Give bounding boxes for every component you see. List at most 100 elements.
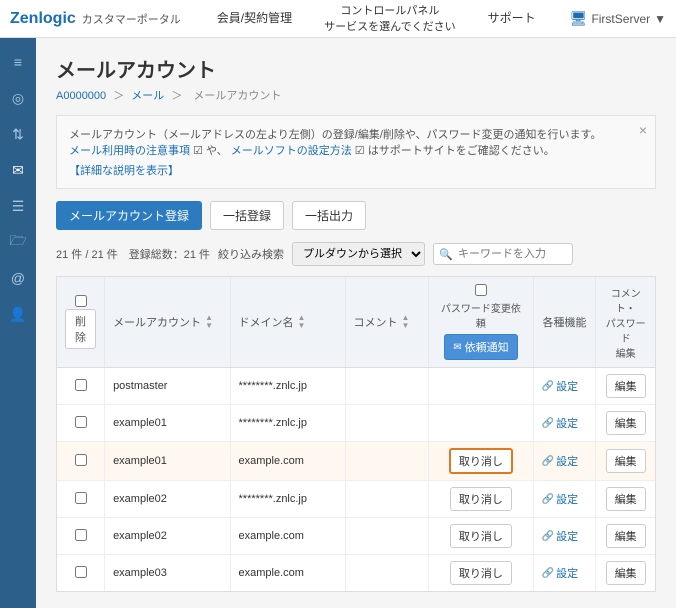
sort-mail-arrows[interactable]: ▲▼	[205, 314, 213, 330]
sidebar-icon-arrows[interactable]: ⇅	[2, 118, 34, 150]
search-icon: 🔍	[439, 248, 453, 261]
info-text: メールアカウント（メールアドレスの左より左側）の登録/編集/削除や、パスワード変…	[69, 126, 643, 158]
row-pwd-cell: 取り消し	[429, 555, 534, 592]
email-table-wrap: 削除 メールアカウント ▲▼ ドメイン名 ▲▼	[56, 276, 656, 592]
filter-select[interactable]: プルダウンから選択	[292, 242, 425, 266]
sidebar-icon-list[interactable]: ☰	[2, 190, 34, 222]
row-checkbox[interactable]	[75, 566, 87, 578]
register-button[interactable]: メールアカウント登録	[56, 201, 202, 230]
bulk-register-button[interactable]: 一括登録	[210, 201, 284, 230]
detail-link[interactable]: 【詳細な説明を表示】	[69, 162, 179, 178]
edit-button[interactable]: 編集	[606, 411, 646, 435]
search-input[interactable]	[433, 243, 573, 265]
th-mail-account: メールアカウント ▲▼	[105, 277, 230, 368]
row-functions-cell: 🔗 設定	[533, 555, 596, 592]
row-edit-cell: 編集	[596, 442, 655, 481]
row-checkbox[interactable]	[75, 416, 87, 428]
settings-link[interactable]: 🔗 設定	[542, 453, 588, 469]
row-mail: example01	[105, 442, 230, 481]
info-link2[interactable]: メールソフトの設定方法	[231, 145, 352, 157]
delete-button[interactable]: 削除	[65, 309, 96, 349]
sidebar-icon-mail[interactable]: ✉	[2, 154, 34, 186]
edit-button[interactable]: 編集	[606, 561, 646, 585]
row-comment	[345, 481, 429, 518]
notify-btn-label: 依頼通知	[465, 339, 509, 355]
nav-support[interactable]: サポート	[472, 0, 552, 38]
row-checkbox[interactable]	[75, 379, 87, 391]
edit-button[interactable]: 編集	[606, 524, 646, 548]
row-pwd-cell	[429, 368, 534, 405]
select-all-checkbox[interactable]	[75, 295, 87, 307]
user-area: 🖥 FirstServer ▼	[570, 10, 666, 27]
nav-members[interactable]: 会員/契約管理	[201, 0, 308, 38]
row-mail: example02	[105, 481, 230, 518]
sidebar-icon-home[interactable]: ◎	[2, 82, 34, 114]
settings-icon: 🔗	[542, 456, 554, 467]
settings-link[interactable]: 🔗 設定	[542, 378, 588, 394]
settings-link[interactable]: 🔗 設定	[542, 565, 588, 581]
search-input-wrap: 🔍	[433, 243, 573, 265]
row-functions-cell: 🔗 設定	[533, 518, 596, 555]
breadcrumb-current: メールアカウント	[193, 90, 281, 102]
row-domain: ********.znlc.jp	[230, 368, 345, 405]
row-comment	[345, 405, 429, 442]
cancel-notify-button[interactable]: 取り消し	[450, 561, 512, 585]
notify-mail-icon: ✉	[453, 342, 461, 353]
settings-link[interactable]: 🔗 設定	[542, 415, 588, 431]
settings-icon: 🔗	[542, 531, 554, 542]
row-checkbox-cell	[57, 405, 105, 442]
cancel-notify-button[interactable]: 取り消し	[449, 448, 513, 474]
cancel-notify-button[interactable]: 取り消し	[450, 487, 512, 511]
row-pwd-cell: 取り消し	[429, 518, 534, 555]
row-checkbox[interactable]	[75, 529, 87, 541]
row-checkbox[interactable]	[75, 454, 87, 466]
row-comment	[345, 555, 429, 592]
user-dropdown-arrow[interactable]: ▼	[654, 12, 666, 26]
row-domain: example.com	[230, 518, 345, 555]
edit-button[interactable]: 編集	[606, 449, 646, 473]
edit-button[interactable]: 編集	[606, 487, 646, 511]
info-close-button[interactable]: ×	[639, 122, 647, 138]
breadcrumb-sep1: ＞	[113, 90, 127, 102]
server-icon: 🖥	[570, 10, 588, 27]
pwd-select-all-checkbox[interactable]	[475, 284, 487, 296]
row-functions-cell: 🔗 設定	[533, 368, 596, 405]
row-edit-cell: 編集	[596, 368, 655, 405]
sidebar-icon-folder[interactable]: 🗁	[2, 226, 34, 258]
breadcrumb-sep2: ＞	[171, 90, 185, 102]
nav-control-panel[interactable]: コントロールパネル サービスを選んでください	[308, 0, 471, 38]
filter-label: 絞り込み検索	[218, 246, 284, 262]
table-header-row: 削除 メールアカウント ▲▼ ドメイン名 ▲▼	[57, 277, 655, 368]
settings-link[interactable]: 🔗 設定	[542, 528, 588, 544]
export-button[interactable]: 一括出力	[292, 201, 366, 230]
breadcrumb: A0000000 ＞ メール ＞ メールアカウント	[56, 87, 656, 103]
breadcrumb-mail[interactable]: メール	[131, 90, 164, 102]
table-row: example02********.znlc.jp 取り消し 🔗 設定 編集	[57, 481, 655, 518]
row-checkbox-cell	[57, 518, 105, 555]
row-functions-cell: 🔗 設定	[533, 442, 596, 481]
settings-icon: 🔗	[542, 381, 554, 392]
settings-icon: 🔗	[542, 418, 554, 429]
sort-domain-arrows[interactable]: ▲▼	[298, 314, 306, 330]
row-checkbox[interactable]	[75, 492, 87, 504]
settings-link[interactable]: 🔗 設定	[542, 491, 588, 507]
row-pwd-cell	[429, 405, 534, 442]
info-link1[interactable]: メール利用時の注意事項	[69, 145, 190, 157]
breadcrumb-root[interactable]: A0000000	[56, 90, 106, 102]
logo-sub: カスタマーポータル	[82, 11, 181, 27]
row-domain: ********.znlc.jp	[230, 481, 345, 518]
row-checkbox-cell	[57, 481, 105, 518]
cancel-notify-button[interactable]: 取り消し	[450, 524, 512, 548]
page-title: メールアカウント	[56, 54, 656, 83]
sidebar-icon-user[interactable]: 👤	[2, 298, 34, 330]
sidebar-icon-at[interactable]: @	[2, 262, 34, 294]
nav-items: 会員/契約管理 コントロールパネル サービスを選んでください サポート	[201, 0, 570, 38]
table-row: postmaster********.znlc.jp🔗 設定編集	[57, 368, 655, 405]
sort-comment-arrows[interactable]: ▲▼	[402, 314, 410, 330]
row-domain: example.com	[230, 555, 345, 592]
sidebar-icon-menu[interactable]: ≡	[2, 46, 34, 78]
edit-button[interactable]: 編集	[606, 374, 646, 398]
notify-button[interactable]: ✉ 依頼通知	[444, 334, 517, 360]
row-comment	[345, 368, 429, 405]
row-mail: example03	[105, 555, 230, 592]
